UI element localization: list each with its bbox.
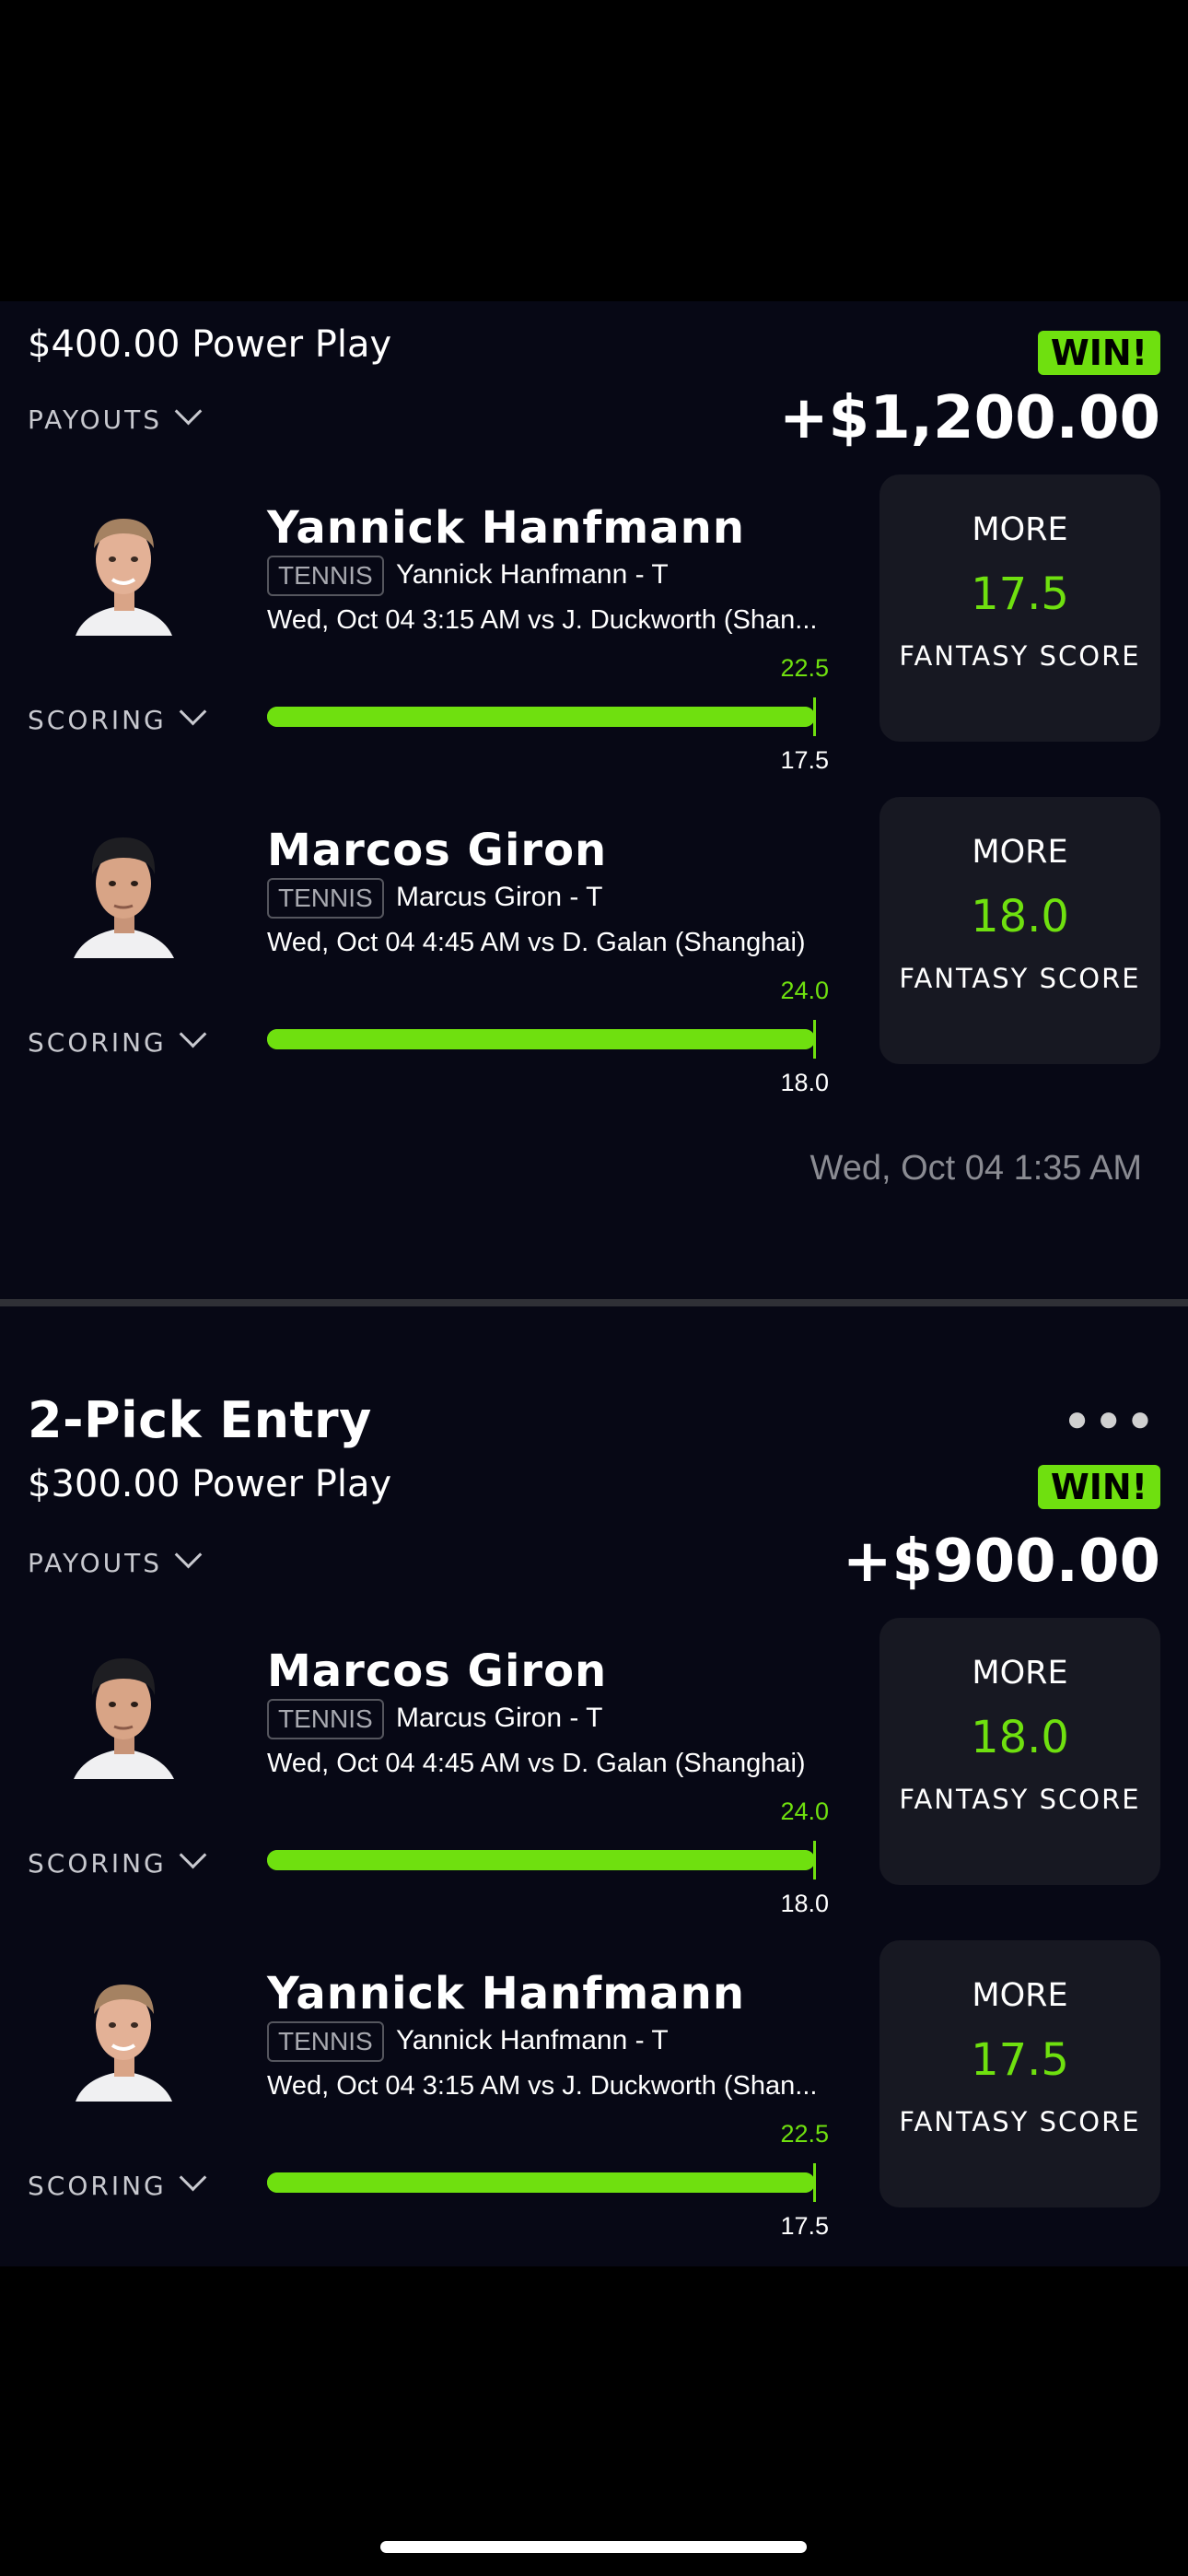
player-avatar [66, 502, 181, 636]
score-progress-fill [267, 1850, 815, 1870]
chevron-down-icon [179, 1841, 207, 1869]
scoring-label: SCORING [28, 1027, 167, 1058]
stat-type: FANTASY SCORE [899, 963, 1141, 994]
game-info: Wed, Oct 04 4:45 AM vs D. Galan (Shangha… [267, 928, 806, 957]
chevron-down-icon [174, 1540, 203, 1569]
scoring-toggle[interactable]: SCORING [28, 1020, 207, 1058]
line-value: 18.0 [780, 1069, 829, 1096]
player-avatar [66, 1968, 181, 2102]
actual-score: 22.5 [780, 2120, 829, 2148]
stat-type: FANTASY SCORE [899, 1784, 1141, 1815]
payout-amount: +$900.00 [842, 1528, 1160, 1596]
game-info: Wed, Oct 04 3:15 AM vs J. Duckworth (Sha… [267, 2071, 818, 2101]
chevron-down-icon [174, 397, 203, 426]
power-play-label: $300.00 Power Play [28, 1463, 392, 1505]
line-marker [813, 2163, 816, 2202]
projection-value: 18.0 [971, 891, 1069, 943]
pick-row: Yannick Hanfmann TENNIS Yannick Hanfmann… [0, 474, 1188, 806]
scoring-toggle[interactable]: SCORING [28, 2163, 207, 2201]
stat-type: FANTASY SCORE [899, 2106, 1141, 2137]
payouts-label: PAYOUTS [28, 1548, 163, 1578]
prop-name: Marcus Giron - T [396, 882, 603, 912]
home-indicator[interactable] [380, 2541, 807, 2553]
score-progress-fill [267, 707, 815, 727]
score-progress-bar [267, 1020, 816, 1059]
pick-row: Yannick Hanfmann TENNIS Yannick Hanfmann… [0, 1940, 1188, 2272]
projection-value: 18.0 [971, 1712, 1069, 1763]
score-progress-bar [267, 2163, 816, 2202]
projection-box[interactable]: MORE 17.5 FANTASY SCORE [879, 1940, 1160, 2207]
score-progress-bar [267, 1841, 816, 1879]
payouts-label: PAYOUTS [28, 404, 163, 435]
player-avatar [66, 825, 181, 958]
win-badge: WIN! [1037, 1465, 1160, 1509]
pick-row: Marcos Giron TENNIS Marcus Giron - T Wed… [0, 797, 1188, 1129]
sport-tag: TENNIS [267, 556, 384, 596]
line-value: 18.0 [780, 1890, 829, 1917]
projection-value: 17.5 [971, 2034, 1069, 2086]
scoring-toggle[interactable]: SCORING [28, 697, 207, 735]
power-play-label: $400.00 Power Play [28, 323, 392, 366]
prop-name: Yannick Hanfmann - T [396, 2025, 669, 2055]
stat-type: FANTASY SCORE [899, 640, 1141, 672]
sport-tag: TENNIS [267, 1699, 384, 1739]
projection-box[interactable]: MORE 18.0 FANTASY SCORE [879, 797, 1160, 1064]
pick-direction: MORE [972, 834, 1068, 871]
line-marker [813, 697, 816, 736]
chevron-down-icon [179, 697, 207, 726]
actual-score: 22.5 [780, 654, 829, 682]
line-value: 17.5 [780, 746, 829, 774]
line-marker [813, 1020, 816, 1059]
chevron-down-icon [179, 1020, 207, 1048]
scoring-label: SCORING [28, 1848, 167, 1879]
player-name: Yannick Hanfmann [267, 1968, 745, 2020]
sport-tag: TENNIS [267, 2021, 384, 2062]
actual-score: 24.0 [780, 1797, 829, 1825]
prop-name: Marcus Giron - T [396, 1703, 603, 1733]
line-marker [813, 1841, 816, 1879]
score-progress-fill [267, 2172, 815, 2193]
player-avatar [66, 1645, 181, 1779]
pick-direction: MORE [972, 511, 1068, 548]
scoring-label: SCORING [28, 2171, 167, 2201]
score-progress-fill [267, 1029, 815, 1049]
projection-value: 17.5 [971, 568, 1069, 620]
line-value: 17.5 [780, 2212, 829, 2240]
projection-box[interactable]: MORE 18.0 FANTASY SCORE [879, 1618, 1160, 1885]
player-name: Marcos Giron [267, 825, 608, 876]
prop-name: Yannick Hanfmann - T [396, 559, 669, 590]
entry-card-2[interactable]: 2-Pick Entry ●●● $300.00 Power Play WIN!… [0, 1306, 1188, 2266]
player-name: Marcos Giron [267, 1645, 608, 1697]
pick-direction: MORE [972, 1977, 1068, 2014]
pick-row: Marcos Giron TENNIS Marcus Giron - T Wed… [0, 1618, 1188, 1950]
game-info: Wed, Oct 04 3:15 AM vs J. Duckworth (Sha… [267, 605, 818, 635]
player-name: Yannick Hanfmann [267, 502, 745, 554]
game-info: Wed, Oct 04 4:45 AM vs D. Galan (Shangha… [267, 1749, 806, 1778]
more-dots-icon[interactable]: ●●● [1066, 1399, 1160, 1440]
entry-title: 2-Pick Entry [28, 1391, 372, 1449]
entry-divider [0, 1299, 1188, 1306]
payouts-toggle[interactable]: PAYOUTS [28, 1540, 203, 1578]
payouts-toggle[interactable]: PAYOUTS [28, 397, 203, 435]
projection-box[interactable]: MORE 17.5 FANTASY SCORE [879, 474, 1160, 742]
scoring-toggle[interactable]: SCORING [28, 1841, 207, 1879]
entry-timestamp: Wed, Oct 04 1:35 AM [809, 1149, 1142, 1188]
sport-tag: TENNIS [267, 878, 384, 919]
pick-direction: MORE [972, 1655, 1068, 1692]
score-progress-bar [267, 697, 816, 736]
scoring-label: SCORING [28, 705, 167, 735]
payout-amount: +$1,200.00 [779, 384, 1160, 452]
entry-card-1[interactable]: $400.00 Power Play WIN! PAYOUTS +$1,200.… [0, 301, 1188, 1301]
chevron-down-icon [179, 2163, 207, 2192]
win-badge: WIN! [1037, 331, 1160, 375]
actual-score: 24.0 [780, 977, 829, 1004]
